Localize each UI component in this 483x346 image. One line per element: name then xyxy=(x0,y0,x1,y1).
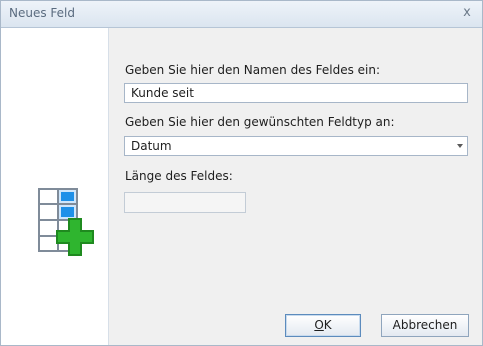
name-label: Geben Sie hier den Namen des Feldes ein: xyxy=(125,63,381,77)
ok-label: K xyxy=(323,318,332,332)
type-label: Geben Sie hier den gewünschten Feldtyp a… xyxy=(125,115,395,129)
ok-mnemonic: O xyxy=(314,318,324,332)
field-type-select[interactable]: Datum xyxy=(124,136,468,156)
length-label: Länge des Feldes: xyxy=(125,169,233,183)
chevron-down-icon[interactable] xyxy=(457,144,463,148)
icon-pane xyxy=(1,28,109,345)
dialog-title: Neues Feld xyxy=(9,6,75,20)
ok-button[interactable]: OK xyxy=(285,314,361,337)
table-add-field-icon xyxy=(38,188,94,256)
cancel-button[interactable]: Abbrechen xyxy=(381,314,469,337)
close-icon[interactable]: x xyxy=(458,4,476,22)
field-name-input[interactable]: Kunde seit xyxy=(124,83,468,103)
new-field-dialog: Neues Feld x Geben Sie hier den Namen de… xyxy=(0,0,483,346)
field-length-input xyxy=(124,192,246,213)
field-type-value: Datum xyxy=(131,139,172,153)
form-pane: Geben Sie hier den Namen des Feldes ein:… xyxy=(109,28,482,345)
title-bar: Neues Feld x xyxy=(1,1,482,28)
